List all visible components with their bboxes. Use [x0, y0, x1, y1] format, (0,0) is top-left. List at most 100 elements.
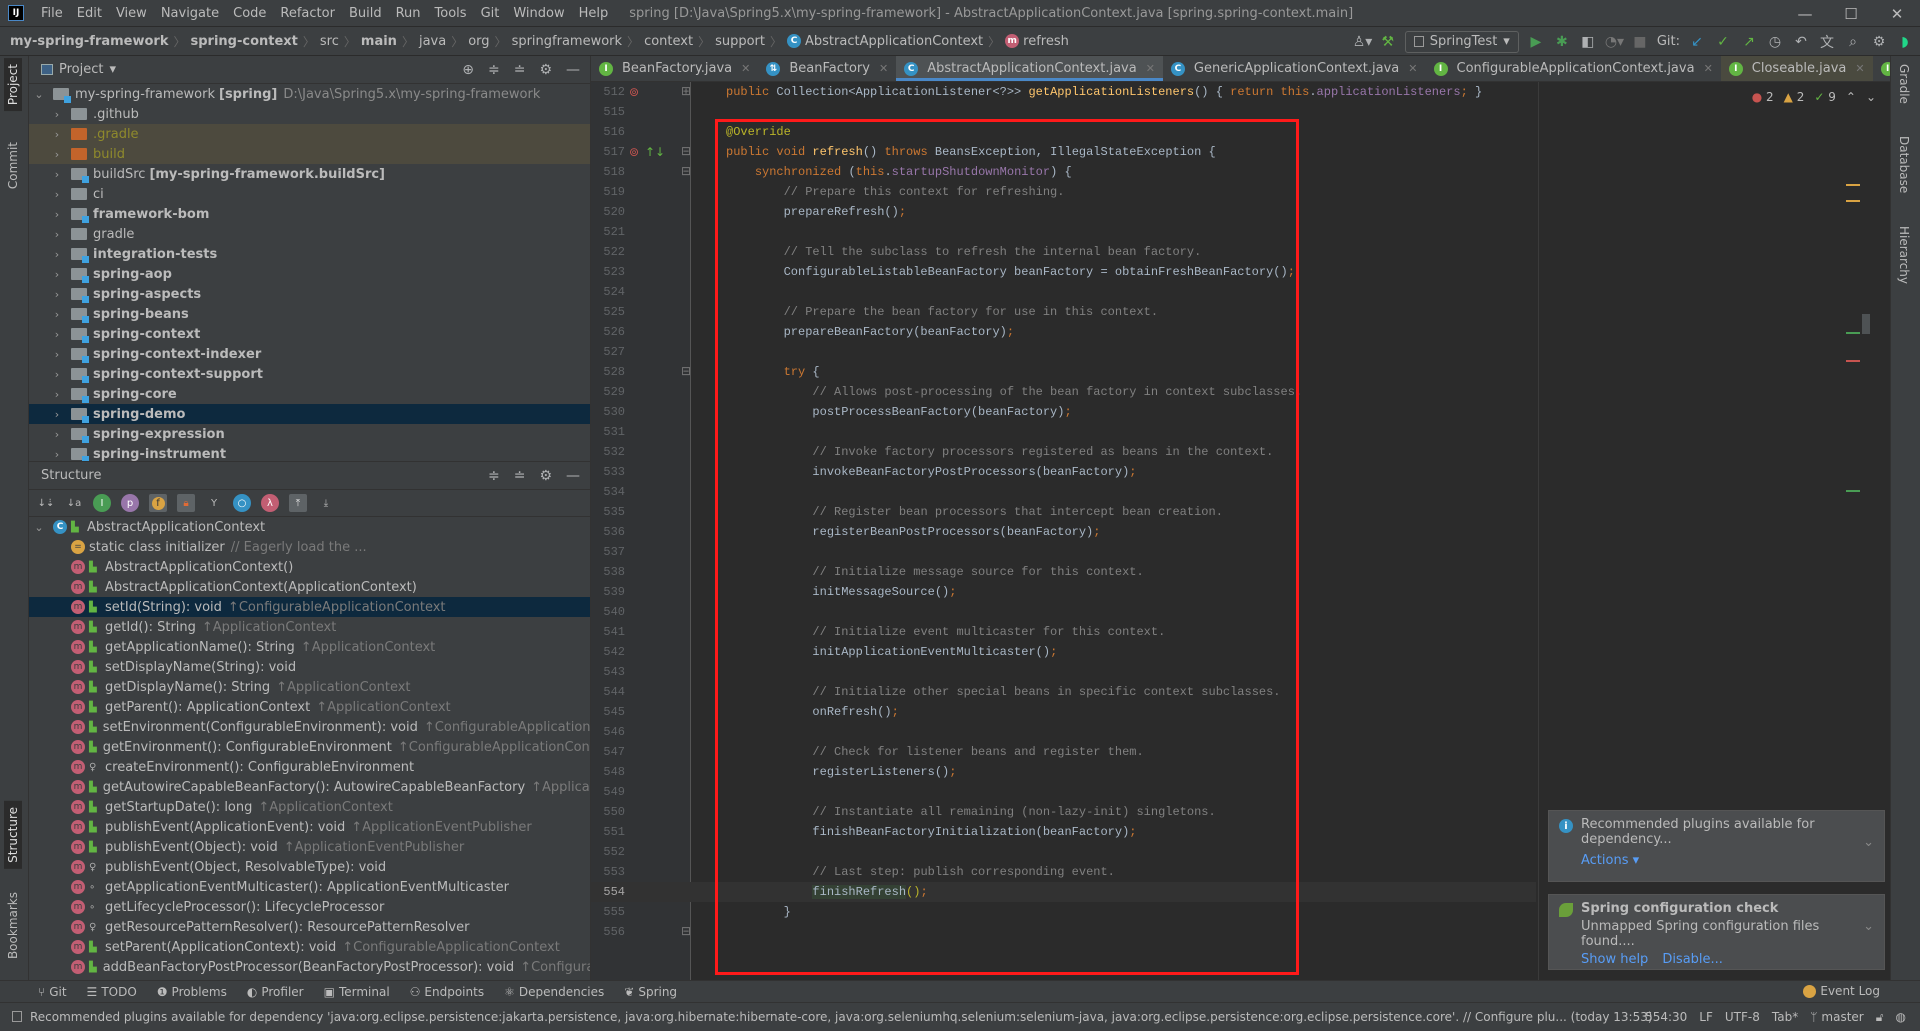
project-panel-title[interactable]: Project: [59, 62, 103, 77]
chevron-right-icon[interactable]: ›: [51, 108, 63, 121]
chevron-right-icon[interactable]: ›: [51, 248, 63, 261]
menu-code[interactable]: Code: [226, 6, 273, 21]
structure-item[interactable]: m ▙ AbstractApplicationContext(Application…: [29, 577, 590, 597]
menu-file[interactable]: File: [34, 6, 70, 21]
collapse-all-icon[interactable]: ≐: [514, 62, 526, 78]
structure-root[interactable]: ⌄ C ▙ AbstractApplicationContext: [29, 517, 590, 537]
tool-endpoints[interactable]: ⚇ Endpoints: [410, 985, 484, 999]
locate-icon[interactable]: ⊕: [462, 62, 474, 78]
structure-item[interactable]: m ▙ setEnvironment(ConfigurableEnvironment…: [29, 717, 590, 737]
chevron-right-icon[interactable]: ›: [51, 168, 63, 181]
coverage-icon[interactable]: ◧: [1579, 34, 1597, 50]
tab-abstractapplicationcontext-java[interactable]: C AbstractApplicationContext.java ✕: [896, 56, 1163, 81]
commit-tool-button[interactable]: Commit: [4, 136, 22, 195]
structure-item[interactable]: m ▙ getDisplayName(): String ↑ApplicationCo…: [29, 677, 590, 697]
project-tree-item[interactable]: › spring-expression: [29, 424, 590, 444]
project-tree-item[interactable]: › spring-context-support: [29, 364, 590, 384]
git-update-icon[interactable]: ↙: [1688, 34, 1706, 50]
minimize-icon[interactable]: —: [1782, 0, 1828, 27]
tab-beanfactory[interactable]: ⇅ BeanFactory ✕: [758, 56, 896, 81]
chevron-right-icon[interactable]: ›: [51, 288, 63, 301]
warning-marker[interactable]: [1846, 184, 1860, 186]
project-tree-item[interactable]: › spring-beans: [29, 304, 590, 324]
project-tree-item[interactable]: ⌄ my-spring-framework [spring] D:\Java\Spri…: [29, 84, 590, 104]
structure-item[interactable]: m ▙ getId(): String ↑ApplicationContext: [29, 617, 590, 637]
structure-item[interactable]: m ▙ publishEvent(ApplicationEvent): void ↑A…: [29, 817, 590, 837]
chevron-down-icon[interactable]: ⌄: [1863, 835, 1874, 850]
expand-all-icon[interactable]: ≑: [488, 62, 500, 78]
project-tree-item[interactable]: › spring-core: [29, 384, 590, 404]
gear-icon[interactable]: ⚙: [539, 62, 552, 78]
indent-setting[interactable]: Tab*: [1772, 1010, 1798, 1024]
breadcrumb-item[interactable]: spring-context: [191, 34, 298, 49]
project-tree-item[interactable]: › integration-tests: [29, 244, 590, 264]
chevron-down-icon[interactable]: ⌄: [33, 521, 45, 534]
file-encoding[interactable]: UTF-8: [1725, 1010, 1760, 1024]
chevron-right-icon[interactable]: ›: [51, 208, 63, 221]
show-help-link[interactable]: Show help: [1581, 952, 1648, 967]
structure-item[interactable]: m ▙ getEnvironment(): ConfigurableEnvironm…: [29, 737, 590, 757]
hide-icon[interactable]: —: [566, 62, 580, 78]
close-icon[interactable]: ✕: [1874, 0, 1920, 27]
project-tree-item[interactable]: › spring-context: [29, 324, 590, 344]
previous-icon[interactable]: ⌃: [1846, 90, 1856, 104]
structure-item[interactable]: m ▙ setId(String): void ↑ConfigurableApplic…: [29, 597, 590, 617]
breadcrumb-item[interactable]: C AbstractApplicationContext: [787, 34, 983, 49]
change-marker[interactable]: [1846, 332, 1860, 334]
structure-item[interactable]: m ▙ getAutowireCapableBeanFactory(): Autow…: [29, 777, 590, 797]
stop-icon[interactable]: ■: [1631, 34, 1649, 50]
git-branch[interactable]: master: [1821, 1010, 1863, 1024]
gear-icon[interactable]: ⚙: [1870, 34, 1888, 50]
status-message[interactable]: Recommended plugins available for depend…: [30, 1010, 1653, 1024]
autoscroll-to-source-icon[interactable]: ⤒: [289, 494, 307, 512]
close-tab-icon[interactable]: ✕: [1704, 62, 1713, 75]
filter-icon[interactable]: Y: [205, 494, 223, 512]
menu-edit[interactable]: Edit: [70, 6, 109, 21]
breadcrumb-item[interactable]: src: [320, 34, 339, 49]
event-log-button[interactable]: Event Log: [1803, 984, 1880, 998]
profile-icon[interactable]: ◔▾: [1605, 34, 1624, 50]
gradle-tool-button[interactable]: Gradle: [1897, 64, 1911, 104]
tool-todo[interactable]: ☰ TODO: [87, 985, 137, 999]
project-tree-item[interactable]: › spring-demo: [29, 404, 590, 424]
tab-beanfactory-java[interactable]: I BeanFactory.java ✕: [591, 56, 758, 81]
disable-link[interactable]: Disable...: [1662, 952, 1723, 967]
structure-item[interactable]: m ▙ setParent(ApplicationContext): void ↑Co…: [29, 937, 590, 957]
run-configuration-select[interactable]: SpringTest ▾: [1404, 30, 1519, 53]
tab-closeable-java[interactable]: I Closeable.java ✕: [1720, 56, 1873, 81]
chevron-right-icon[interactable]: ›: [51, 448, 63, 461]
structure-tool-button[interactable]: Structure: [4, 801, 22, 869]
notification-plugins[interactable]: i Recommended plugins available for depe…: [1548, 810, 1885, 882]
structure-item[interactable]: m ∘ getApplicationEventMulticaster(): Appl…: [29, 877, 590, 897]
structure-item[interactable]: m ♀ getResourcePatternResolver(): Resource…: [29, 917, 590, 937]
tab-configurableapplicationcontext-java[interactable]: I ConfigurableApplicationContext.java ✕: [1426, 56, 1721, 81]
chevron-right-icon[interactable]: ›: [51, 428, 63, 441]
tool-terminal[interactable]: ▣ Terminal: [324, 985, 390, 999]
collapse-all-icon[interactable]: ≐: [514, 468, 526, 484]
project-tool-button[interactable]: Project: [4, 58, 22, 112]
inspection-widget[interactable]: ● 2 ▲ 2 ✓ 9 ⌃ ⌄: [1752, 90, 1876, 104]
next-icon[interactable]: ⌄: [1866, 90, 1876, 104]
chevron-right-icon[interactable]: ›: [51, 308, 63, 321]
project-tree-item[interactable]: › build: [29, 144, 590, 164]
menu-git[interactable]: Git: [474, 6, 507, 21]
chevron-right-icon[interactable]: ›: [51, 388, 63, 401]
menu-help[interactable]: Help: [572, 6, 616, 21]
sort-visibility-icon[interactable]: ↓⇣: [37, 494, 55, 512]
autoscroll-from-source-icon[interactable]: ⤓: [317, 494, 335, 512]
tool-spring[interactable]: ❦ Spring: [624, 985, 677, 999]
tool-dependencies[interactable]: ⚛ Dependencies: [504, 985, 604, 999]
structure-item[interactable]: m ♀ publishEvent(Object, ResolvableType): …: [29, 857, 590, 877]
structure-item[interactable]: m ♀ createEnvironment(): ConfigurableEnvir…: [29, 757, 590, 777]
hierarchy-tool-button[interactable]: Hierarchy: [1897, 226, 1911, 284]
breadcrumb-item[interactable]: context: [644, 34, 693, 49]
chevron-right-icon[interactable]: ›: [51, 348, 63, 361]
show-fields-icon[interactable]: f: [149, 494, 167, 512]
structure-item[interactable]: m ▙ setDisplayName(String): void: [29, 657, 590, 677]
chevron-right-icon[interactable]: ›: [51, 148, 63, 161]
notification-spring-check[interactable]: Spring configuration check Unmapped Spri…: [1548, 894, 1885, 970]
breadcrumb-item[interactable]: main: [361, 34, 397, 49]
project-tree-item[interactable]: › spring-aop: [29, 264, 590, 284]
lock-icon[interactable]: 🔓︎: [1876, 1010, 1884, 1025]
chevron-down-icon[interactable]: ⌄: [1863, 919, 1874, 934]
